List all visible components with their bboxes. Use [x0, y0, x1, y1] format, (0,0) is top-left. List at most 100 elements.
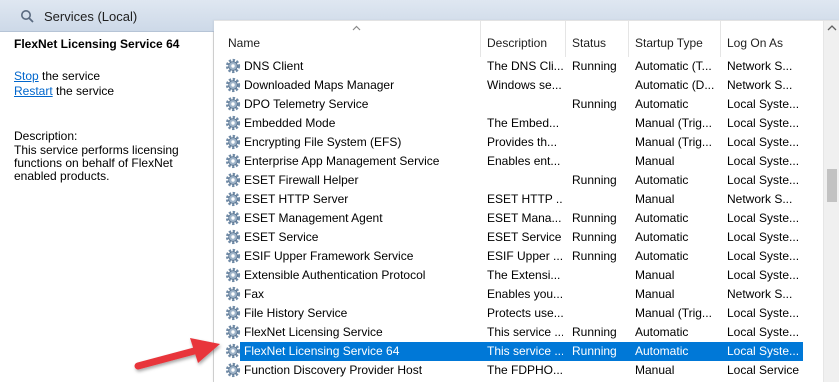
service-startup-type: Automatic: [635, 249, 689, 263]
gear-icon: [225, 229, 241, 245]
service-startup-type: Automatic (T...: [635, 59, 712, 73]
column-header-status[interactable]: Status: [566, 21, 629, 57]
service-log-on-as: Local Syste...: [727, 230, 800, 244]
service-log-on-as: Network S...: [727, 192, 793, 206]
table-row[interactable]: File History Service Protects use... Manua…: [214, 304, 823, 323]
column-header-startup-type[interactable]: Startup Type: [629, 21, 721, 57]
service-name: ESIF Upper Framework Service: [244, 249, 414, 263]
scrollbar-thumb[interactable]: [827, 169, 837, 202]
column-header-log-on-as[interactable]: Log On As: [721, 21, 811, 57]
service-name: Function Discovery Provider Host: [244, 363, 423, 377]
service-description: Provides th...: [487, 135, 558, 149]
service-log-on-as: Local Syste...: [727, 325, 800, 339]
table-row[interactable]: ESET Management Agent ESET Mana... Running…: [214, 209, 823, 228]
table-row[interactable]: Extensible Authentication Protocol The Ex…: [214, 266, 823, 285]
column-header-log-on-as-label: Log On As: [727, 36, 784, 50]
service-description: The FDPHO...: [487, 363, 563, 377]
services-magnifier-icon: [21, 10, 34, 23]
table-row-selected[interactable]: FlexNet Licensing Service 64 This service…: [214, 342, 823, 361]
service-description: The Embed...: [487, 116, 560, 130]
service-log-on-as: Local Syste...: [727, 97, 800, 111]
service-name: FlexNet Licensing Service: [244, 325, 383, 339]
service-startup-type: Automatic: [635, 325, 689, 339]
column-header-name[interactable]: Name: [222, 21, 481, 57]
service-startup-type: Manual: [635, 268, 675, 282]
table-row[interactable]: ESET HTTP Server ESET HTTP ... Manual Netwo…: [214, 190, 823, 209]
scroll-up-icon[interactable]: [827, 25, 837, 31]
service-description: ESET Mana...: [487, 211, 562, 225]
restart-suffix: the service: [52, 84, 115, 98]
gear-icon: [225, 134, 241, 150]
service-startup-type: Manual: [635, 192, 675, 206]
table-row[interactable]: Encrypting File System (EFS) Provides th.…: [214, 133, 823, 152]
service-startup-type: Manual: [635, 363, 675, 377]
gear-icon: [225, 286, 241, 302]
gear-icon: [225, 343, 241, 359]
service-description: ESET HTTP ...: [487, 192, 563, 206]
service-startup-type: Manual: [635, 287, 675, 301]
table-row[interactable]: ESIF Upper Framework Service ESIF Upper .…: [214, 247, 823, 266]
service-name: Extensible Authentication Protocol: [244, 268, 426, 282]
restart-link[interactable]: Restart: [14, 84, 53, 98]
service-name: Enterprise App Management Service: [244, 154, 440, 168]
table-row[interactable]: Embedded Mode The Embed... Manual (Trig...…: [214, 114, 823, 133]
service-log-on-as: Network S...: [727, 59, 793, 73]
gear-icon: [225, 210, 241, 226]
service-log-on-as: Local Syste...: [727, 249, 800, 263]
service-status: Running: [572, 173, 617, 187]
service-log-on-as: Local Syste...: [727, 344, 800, 358]
service-startup-type: Automatic: [635, 173, 689, 187]
gear-icon: [225, 115, 241, 131]
service-log-on-as: Local Syste...: [727, 135, 800, 149]
services-list-pane: Name Description Status Startup Type Log…: [214, 20, 839, 382]
table-row[interactable]: DNS Client The DNS Cli... Running Automatic…: [214, 57, 823, 76]
service-name: ESET HTTP Server: [244, 192, 349, 206]
gear-icon: [225, 58, 241, 74]
table-row[interactable]: Downloaded Maps Manager Windows se... Auto…: [214, 76, 823, 95]
table-row[interactable]: ESET Service ESET Service Running Automatic…: [214, 228, 823, 247]
table-row[interactable]: FlexNet Licensing Service This service ..…: [214, 323, 823, 342]
description-text: This service performs licensing function…: [14, 143, 179, 183]
service-name: DNS Client: [244, 59, 304, 73]
gear-icon: [225, 362, 241, 378]
stop-link[interactable]: Stop: [14, 69, 39, 83]
vertical-scrollbar[interactable]: [823, 21, 839, 382]
service-log-on-as: Local Service: [727, 363, 800, 377]
column-header-status-label: Status: [572, 36, 607, 50]
sort-ascending-icon: [352, 25, 361, 31]
service-status: Running: [572, 211, 617, 225]
gear-icon: [225, 324, 241, 340]
service-name: Fax: [244, 287, 265, 301]
service-log-on-as: Local Syste...: [727, 268, 800, 282]
service-name: Encrypting File System (EFS): [244, 135, 402, 149]
table-row[interactable]: Fax Enables you... Manual Network S...: [214, 285, 823, 304]
stop-service-line: Stop the service: [14, 69, 100, 83]
service-log-on-as: Local Syste...: [727, 306, 800, 320]
service-name: DPO Telemetry Service: [244, 97, 369, 111]
service-status: Running: [572, 97, 617, 111]
gear-icon: [225, 305, 241, 321]
service-description: This service ...: [487, 344, 563, 358]
column-header-name-label: Name: [228, 36, 261, 50]
service-name: FlexNet Licensing Service 64: [244, 344, 400, 358]
red-arrow-icon: [134, 338, 220, 370]
service-startup-type: Automatic: [635, 211, 689, 225]
gear-icon: [225, 153, 241, 169]
service-log-on-as: Local Syste...: [727, 211, 800, 225]
table-row[interactable]: Function Discovery Provider Host The FDPH…: [214, 361, 823, 380]
service-status: Running: [572, 249, 617, 263]
service-log-on-as: Network S...: [727, 78, 793, 92]
service-description: Protects use...: [487, 306, 563, 320]
gear-icon: [225, 248, 241, 264]
column-header-description[interactable]: Description: [481, 21, 566, 57]
column-header-description-label: Description: [487, 36, 548, 50]
service-description: ESET Service: [487, 230, 562, 244]
service-description: Windows se...: [487, 78, 562, 92]
table-row[interactable]: DPO Telemetry Service Running Automatic Loc…: [214, 95, 823, 114]
table-row[interactable]: Enterprise App Management Service Enables…: [214, 152, 823, 171]
service-log-on-as: Local Syste...: [727, 173, 800, 187]
table-row[interactable]: ESET Firewall Helper Running Automatic Loca…: [214, 171, 823, 190]
service-name: ESET Management Agent: [244, 211, 383, 225]
extended-info-pane: FlexNet Licensing Service 64 Stop the se…: [0, 32, 214, 382]
service-description: Enables ent...: [487, 154, 561, 168]
